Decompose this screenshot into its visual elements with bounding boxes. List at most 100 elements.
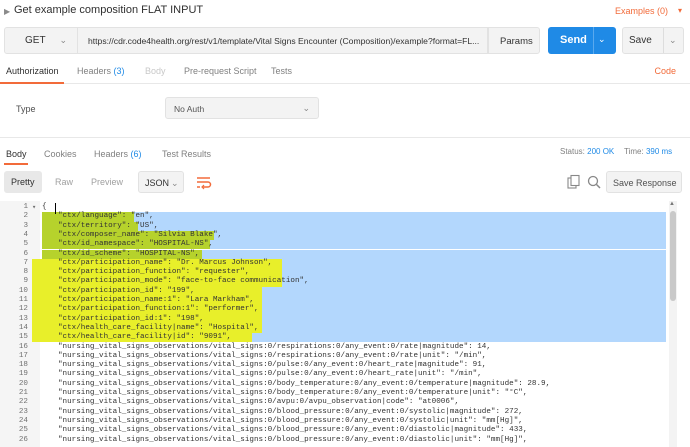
view-pretty-button[interactable]: Pretty	[4, 171, 42, 193]
code-line: 21 "nursing_vital_signs_observations/vita…	[0, 389, 690, 398]
tab-response-headers[interactable]: Headers (6)	[94, 149, 142, 159]
response-view-bar: Pretty Raw Preview JSON ⌄ Save Response	[0, 171, 690, 195]
send-button[interactable]: Send ⌄	[548, 27, 616, 54]
tab-response-body[interactable]: Body	[6, 149, 27, 159]
collapse-caret-icon[interactable]: ▶	[4, 7, 10, 16]
view-label: Preview	[91, 177, 124, 187]
chevron-down-icon: ⌄	[59, 35, 67, 45]
save-button[interactable]: Save ⌄	[622, 27, 684, 54]
format-select[interactable]: JSON ⌄	[138, 171, 184, 193]
code-text: "ctx/territory": "US",	[58, 221, 159, 230]
view-raw-button[interactable]: Raw	[48, 171, 78, 193]
code-line: 17 "nursing_vital_signs_observations/vita…	[0, 352, 690, 361]
code-line: 26 "nursing_vital_signs_observations/vita…	[0, 436, 690, 445]
tab-cookies[interactable]: Cookies	[44, 149, 77, 159]
url-input[interactable]: https://cdr.code4health.org/rest/v1/temp…	[78, 27, 488, 54]
line-number: 25	[18, 426, 28, 435]
line-number: 6	[23, 249, 28, 258]
line-number: 5	[23, 240, 28, 249]
code-line: 1 ▾ {	[0, 203, 690, 212]
tab-headers[interactable]: Headers (3)	[77, 66, 125, 76]
line-number: 26	[18, 435, 28, 444]
search-button[interactable]	[586, 174, 602, 190]
code-text: "ctx/participation_id": "199",	[58, 286, 195, 295]
tab-label: Body	[6, 149, 27, 159]
tab-body[interactable]: Body	[145, 66, 166, 76]
line-number: 1	[23, 203, 28, 211]
active-tab-underline	[4, 163, 28, 165]
line-number: 4	[23, 230, 28, 239]
line-number: 17	[18, 351, 28, 360]
fold-toggle-icon[interactable]: ▾	[32, 203, 36, 212]
time-label: Time:	[624, 147, 644, 156]
line-number: 12	[18, 305, 28, 314]
code-line: 25 "nursing_vital_signs_observations/vita…	[0, 426, 690, 435]
request-name[interactable]: Get example composition FLAT INPUT	[14, 4, 203, 16]
tab-count: (6)	[130, 149, 142, 159]
line-number: 10	[18, 286, 28, 295]
auth-type-select[interactable]: No Auth ⌄	[165, 97, 319, 119]
copy-button[interactable]	[566, 174, 582, 190]
code-text: "ctx/health_care_facility|name": "Hospit…	[58, 323, 259, 332]
section-divider	[0, 137, 690, 138]
tab-count: (3)	[113, 66, 125, 76]
save-divider	[663, 28, 664, 53]
line-number: 15	[18, 333, 28, 342]
params-button[interactable]: Params	[488, 27, 540, 54]
line-number: 21	[18, 389, 28, 397]
scroll-thumb[interactable]	[670, 211, 676, 301]
view-label: Raw	[55, 177, 74, 187]
code-text: "nursing_vital_signs_observations/vital_…	[58, 351, 487, 360]
response-status: Status: 200 OK	[560, 147, 614, 156]
tab-label: Test Results	[162, 149, 212, 159]
code-line: 16 "nursing_vital_signs_observations/vita…	[0, 343, 690, 352]
code-text: "ctx/health_care_facility|id": "9091",	[58, 333, 232, 342]
code-text: "ctx/participation_name": "Dr. Marcus Jo…	[58, 258, 273, 267]
tab-test-results[interactable]: Test Results	[162, 149, 211, 159]
auth-type-value: No Auth	[174, 104, 205, 114]
line-number: 14	[18, 323, 28, 332]
line-number: 8	[23, 268, 28, 277]
tab-label: Authorization	[6, 66, 59, 76]
code-line: 15 "ctx/health_care_facility|id": "9091",	[0, 333, 690, 343]
tab-label: Pre-request Script	[184, 66, 257, 76]
line-number: 3	[23, 221, 28, 230]
tab-authorization[interactable]: Authorization	[6, 66, 59, 76]
save-response-button[interactable]: Save Response	[606, 171, 682, 193]
editor-scrollbar[interactable]: ▲	[669, 201, 677, 447]
code-text: "nursing_vital_signs_observations/vital_…	[58, 379, 551, 388]
code-line: 5 "ctx/id_namespace": "HOSPITAL-NS",	[0, 240, 690, 250]
code-text: "nursing_vital_signs_observations/vital_…	[58, 407, 523, 416]
response-editor[interactable]: 1 ▾ {2 "ctx/language": "en", 3 "ctx/territory…	[0, 201, 690, 447]
line-number: 13	[18, 314, 28, 323]
send-chevron-down-icon[interactable]: ⌄	[598, 34, 606, 45]
code-link[interactable]: Code	[654, 66, 676, 76]
code-text: "ctx/composer_name": "Silvia Blake",	[58, 230, 223, 239]
wrap-lines-button[interactable]	[192, 171, 216, 193]
text-cursor	[55, 203, 56, 214]
search-icon	[587, 175, 601, 189]
line-number: 2	[23, 212, 28, 221]
code-text: "ctx/participation_function": "requester…	[58, 268, 250, 277]
tab-label: Cookies	[44, 149, 77, 159]
code-text: "nursing_vital_signs_observations/vital_…	[58, 398, 460, 407]
chevron-down-icon: ⌄	[302, 103, 310, 113]
examples-link[interactable]: Examples (0)	[615, 6, 668, 16]
tab-tests[interactable]: Tests	[271, 66, 292, 76]
code-line: 23 "nursing_vital_signs_observations/vita…	[0, 408, 690, 417]
scroll-up-arrow-icon[interactable]: ▲	[669, 201, 675, 207]
tab-label: Headers	[94, 149, 129, 159]
save-response-label: Save Response	[613, 178, 677, 188]
save-chevron-down-icon[interactable]: ⌄	[669, 35, 677, 46]
request-tabs: Authorization Headers (3) Body Pre-reque…	[0, 60, 690, 84]
tab-pre-request-script[interactable]: Pre-request Script	[184, 66, 257, 76]
line-number: 24	[18, 416, 28, 425]
params-label: Params	[500, 36, 533, 47]
code-text: "nursing_vital_signs_observations/vital_…	[58, 389, 528, 397]
auth-type-label: Type	[16, 104, 36, 114]
examples-chevron-down-icon[interactable]: ▾	[678, 6, 682, 15]
line-number: 22	[18, 398, 28, 407]
view-preview-button[interactable]: Preview	[84, 171, 128, 193]
method-select[interactable]: GET ⌄	[4, 27, 78, 54]
code-line: 6 "ctx/id_scheme": "HOSPITAL-NS",	[0, 249, 690, 259]
